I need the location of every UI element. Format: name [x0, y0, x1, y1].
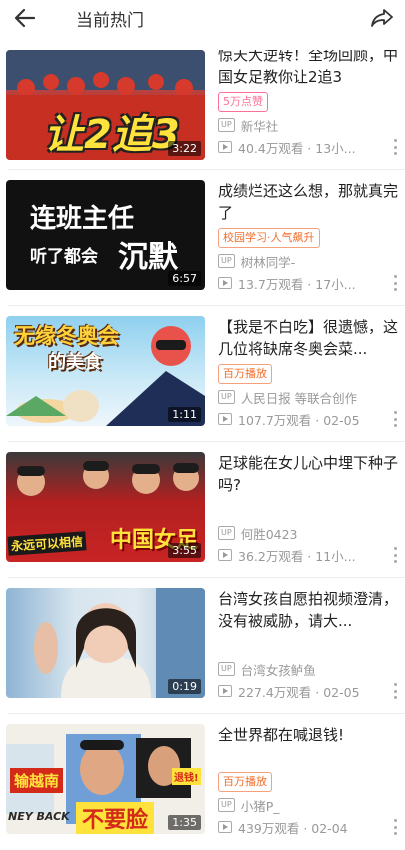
up-icon: UP — [218, 254, 235, 268]
share-icon[interactable] — [367, 4, 397, 32]
up-icon: UP — [218, 662, 235, 676]
play-count-icon — [218, 821, 232, 833]
uploader-name: 树林同学- — [240, 254, 296, 270]
uploader-name: 新华社 — [240, 118, 279, 134]
page-title: 当前热门 — [76, 11, 144, 31]
more-options-icon[interactable] — [391, 275, 399, 291]
video-badge: 百万播放 — [218, 772, 272, 792]
video-thumbnail[interactable]: 0:19 — [6, 588, 205, 698]
uploader-row[interactable]: UP 何胜0423 — [218, 524, 298, 542]
video-title[interactable]: 足球能在女儿心中埋下种子吗? — [218, 452, 398, 496]
uploader-row[interactable]: UP 树林同学- — [218, 252, 295, 270]
uploader-name: 小猪P_ — [240, 798, 280, 814]
play-count-icon — [218, 277, 232, 289]
view-stats: 107.7万观看 · 02-05 — [238, 412, 360, 428]
thumbnail-caption: 沉默 — [118, 240, 178, 275]
video-card[interactable]: 无缘冬奥会 的美食 1:11 【我是不白吃】很遗憾，这几位将缺席冬奥会菜... … — [0, 306, 405, 442]
video-title[interactable]: 惊天大逆转！全场回顾，中国女足教你让2追3 — [218, 44, 398, 88]
play-count-icon — [218, 413, 232, 425]
video-title[interactable]: 全世界都在喊退钱! — [218, 724, 398, 746]
thumbnail-caption: 不要脸 — [76, 802, 155, 834]
video-duration: 3:55 — [168, 543, 201, 558]
video-duration: 1:35 — [168, 815, 201, 830]
uploader-row[interactable]: UP 小猪P_ — [218, 796, 279, 814]
thumbnail-caption: 无缘冬奥会 — [14, 324, 119, 348]
stats-row: 36.2万观看 · 11小... — [218, 546, 356, 564]
video-card[interactable]: 永远可以相信 中国女足 3:55 足球能在女儿心中埋下种子吗? UP 何胜042… — [0, 442, 405, 578]
thumbnail-caption: 退钱! — [172, 768, 201, 785]
video-badge: 校园学习·人气飙升 — [218, 228, 320, 248]
up-icon: UP — [218, 390, 235, 404]
video-card[interactable]: 0:19 台湾女孩自愿拍视频澄清，没有被威胁，请大... UP 台湾女孩鲈鱼 2… — [0, 578, 405, 714]
video-title[interactable]: 台湾女孩自愿拍视频澄清，没有被威胁，请大... — [218, 588, 398, 632]
more-options-icon[interactable] — [391, 139, 399, 155]
thumbnail-caption: 让2追3 — [44, 112, 180, 158]
view-stats: 36.2万观看 · 11小... — [238, 548, 356, 564]
up-icon: UP — [218, 118, 235, 132]
video-thumbnail[interactable]: 连班主任 听了都会 沉默 6:57 — [6, 180, 205, 290]
thumbnail-caption: 听了都会 — [30, 247, 98, 267]
stats-row: 40.4万观看 · 13小... — [218, 138, 356, 156]
play-count-icon — [218, 685, 232, 697]
video-card[interactable]: 让2追3 3:22 惊天大逆转！全场回顾，中国女足教你让2追3 5万点赞 UP … — [0, 34, 405, 170]
stats-row: 107.7万观看 · 02-05 — [218, 410, 360, 428]
video-duration: 1:11 — [168, 407, 201, 422]
video-thumbnail[interactable]: 让2追3 3:22 — [6, 50, 205, 160]
uploader-name: 台湾女孩鲈鱼 — [240, 662, 316, 678]
up-icon: UP — [218, 526, 235, 540]
more-options-icon[interactable] — [391, 411, 399, 427]
view-stats: 40.4万观看 · 13小... — [238, 140, 356, 156]
video-duration: 0:19 — [168, 679, 201, 694]
uploader-row[interactable]: UP 台湾女孩鲈鱼 — [218, 660, 316, 678]
video-thumbnail[interactable]: 无缘冬奥会 的美食 1:11 — [6, 316, 205, 426]
view-stats: 13.7万观看 · 17小... — [238, 276, 356, 292]
video-title[interactable]: 【我是不白吃】很遗憾，这几位将缺席冬奥会菜... — [218, 316, 398, 360]
video-badge: 5万点赞 — [218, 92, 268, 112]
play-count-icon — [218, 549, 232, 561]
video-badge: 百万播放 — [218, 364, 272, 384]
video-card[interactable]: 连班主任 听了都会 沉默 6:57 成绩烂还这么想，那就真完了 校园学习·人气飙… — [0, 170, 405, 306]
more-options-icon[interactable] — [391, 547, 399, 563]
up-icon: UP — [218, 798, 235, 812]
uploader-name: 人民日报 等联合创作 — [240, 390, 358, 406]
video-card[interactable]: 输越南 退钱! NEY BACK 不要脸 1:35 全世界都在喊退钱! 百万播放… — [0, 714, 405, 850]
video-thumbnail[interactable]: 输越南 退钱! NEY BACK 不要脸 1:35 — [6, 724, 205, 834]
play-count-icon — [218, 141, 232, 153]
uploader-row[interactable]: UP 新华社 — [218, 116, 278, 134]
stats-row: 439万观看 · 02-04 — [218, 818, 348, 836]
stats-row: 13.7万观看 · 17小... — [218, 274, 356, 292]
view-stats: 227.4万观看 · 02-05 — [238, 684, 360, 700]
more-options-icon[interactable] — [391, 819, 399, 835]
arrow-left-icon[interactable] — [10, 4, 40, 32]
thumbnail-caption: 输越南 — [10, 768, 64, 793]
uploader-row[interactable]: UP 人民日报 等联合创作 — [218, 388, 357, 406]
view-stats: 439万观看 · 02-04 — [238, 820, 348, 836]
uploader-name: 何胜0423 — [240, 526, 298, 542]
video-title[interactable]: 成绩烂还这么想，那就真完了 — [218, 180, 398, 224]
thumbnail-caption: NEY BACK — [8, 810, 70, 823]
stats-row: 227.4万观看 · 02-05 — [218, 682, 360, 700]
top-bar-overlay: 当前热门 — [0, 0, 405, 50]
video-duration: 6:57 — [168, 271, 201, 286]
video-duration: 3:22 — [168, 141, 201, 156]
thumbnail-caption: 的美食 — [48, 352, 102, 373]
thumbnail-caption: 连班主任 — [30, 204, 135, 234]
more-options-icon[interactable] — [391, 683, 399, 699]
video-thumbnail[interactable]: 永远可以相信 中国女足 3:55 — [6, 452, 205, 562]
